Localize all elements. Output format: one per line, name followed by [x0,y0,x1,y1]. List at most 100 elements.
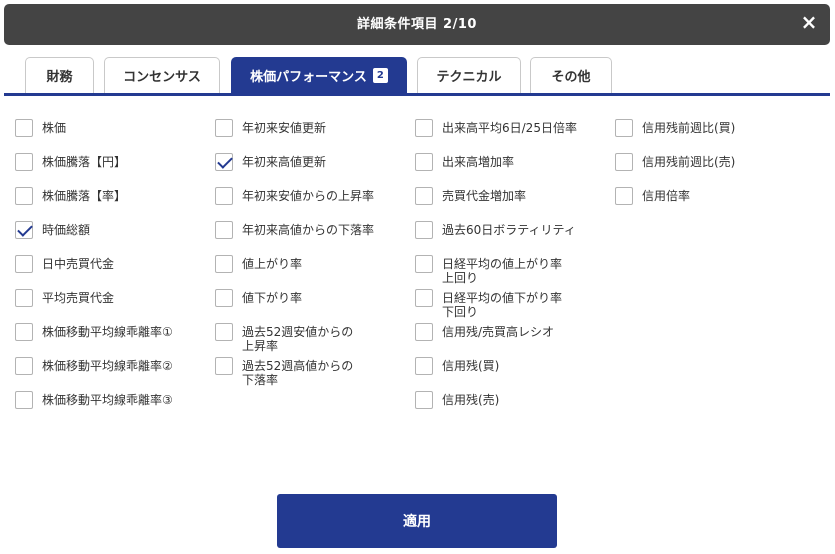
filter-option[interactable]: 平均売買代金 [15,289,114,307]
filter-option[interactable]: 過去52週高値からの 下落率 [215,357,353,387]
filter-option[interactable]: 売買代金増加率 [415,187,526,205]
option-label: 値上がり率 [242,257,303,271]
option-label: 過去60日ボラティリティ [442,223,576,237]
tab-label: 財務 [46,70,73,85]
option-label: 過去52週安値からの 上昇率 [242,325,354,353]
checkbox[interactable] [415,289,433,307]
close-icon[interactable]: × [798,10,820,34]
checkbox[interactable] [15,153,33,171]
tab-label: テクニカル [436,70,502,85]
filter-option[interactable]: 株価騰落【円】 [15,153,126,171]
checkbox-checked[interactable] [15,221,33,239]
filter-option[interactable]: 値上がり率 [215,255,302,273]
checkbox[interactable] [615,187,633,205]
tab-underline [4,93,830,96]
filter-option[interactable]: 時価総額 [15,221,90,239]
checkbox[interactable] [615,153,633,171]
filter-option[interactable]: 信用残前週比(買) [615,119,735,137]
filter-option[interactable]: 日経平均の値下がり率 下回り [415,289,562,319]
filter-option[interactable]: 年初来安値更新 [215,119,326,137]
checkbox[interactable] [215,119,233,137]
option-label: 株価移動平均線乖離率② [42,359,173,373]
tab-count-badge: 2 [372,68,388,83]
option-label: 平均売買代金 [42,291,115,305]
option-label: 年初来安値更新 [242,121,327,135]
tab-other[interactable]: その他 [530,57,612,93]
tab-bar: 財務 コンセンサス 株価パフォーマンス 2 テクニカル その他 [0,57,835,97]
checkbox[interactable] [415,221,433,239]
checkbox[interactable] [415,187,433,205]
filter-option[interactable]: 年初来高値更新 [215,153,326,171]
filter-option[interactable]: 出来高増加率 [415,153,514,171]
option-label: 信用残(買) [442,359,500,373]
checkbox[interactable] [415,391,433,409]
filter-option[interactable]: 年初来高値からの下落率 [215,221,374,239]
tab-label: その他 [551,70,591,85]
tab-financials[interactable]: 財務 [25,57,94,93]
checkbox[interactable] [15,323,33,341]
filter-option[interactable]: 株価移動平均線乖離率② [15,357,173,375]
apply-button-label: 適用 [403,514,431,530]
filter-option[interactable]: 日経平均の値上がり率 上回り [415,255,562,285]
filter-option[interactable]: 過去60日ボラティリティ [415,221,576,239]
option-label: 日経平均の値下がり率 下回り [442,291,563,319]
option-label: 年初来高値からの下落率 [242,223,375,237]
filter-option[interactable]: 株価騰落【率】 [15,187,126,205]
filter-option[interactable]: 信用倍率 [615,187,690,205]
filter-option[interactable]: 出来高平均6日/25日倍率 [415,119,577,137]
checkbox[interactable] [15,357,33,375]
option-label: 株価騰落【円】 [42,155,127,169]
option-label: 信用残前週比(売) [642,155,736,169]
checkbox[interactable] [15,289,33,307]
option-label: 年初来高値更新 [242,155,327,169]
option-label: 日経平均の値上がり率 上回り [442,257,563,285]
filter-option[interactable]: 信用残(売) [415,391,499,409]
checkbox[interactable] [15,255,33,273]
checkbox-checked[interactable] [215,153,233,171]
checkbox[interactable] [215,187,233,205]
option-label: 信用倍率 [642,189,691,203]
checkbox[interactable] [215,323,233,341]
option-label: 過去52週高値からの 下落率 [242,359,354,387]
option-label: 時価総額 [42,223,91,237]
checkbox[interactable] [15,187,33,205]
checkbox[interactable] [215,357,233,375]
checkbox[interactable] [615,119,633,137]
dialog-header: 詳細条件項目 2/10 × [4,4,830,45]
tab-label: 株価パフォーマンス [250,70,367,85]
filter-option[interactable]: 株価 [15,119,66,137]
checkbox[interactable] [215,289,233,307]
filter-option[interactable]: 日中売買代金 [15,255,114,273]
checkbox[interactable] [215,221,233,239]
filter-option[interactable]: 信用残/売買高レシオ [415,323,554,341]
filter-option[interactable]: 信用残(買) [415,357,499,375]
option-label: 信用残/売買高レシオ [442,325,555,339]
tab-technical[interactable]: テクニカル [417,57,521,93]
filter-option[interactable]: 年初来安値からの上昇率 [215,187,374,205]
option-label: 出来高平均6日/25日倍率 [442,121,577,135]
option-label: 株価騰落【率】 [42,189,127,203]
dialog-title: 詳細条件項目 2/10 [357,17,477,32]
tab-consensus[interactable]: コンセンサス [104,57,220,93]
option-label: 株価 [42,121,67,135]
checkbox[interactable] [15,119,33,137]
filter-option[interactable]: 過去52週安値からの 上昇率 [215,323,353,353]
checkbox[interactable] [415,119,433,137]
option-label: 日中売買代金 [42,257,115,271]
checkbox[interactable] [415,255,433,273]
filter-option[interactable]: 値下がり率 [215,289,302,307]
checkbox[interactable] [215,255,233,273]
checkbox[interactable] [415,153,433,171]
option-label: 値下がり率 [242,291,303,305]
checkbox[interactable] [415,323,433,341]
option-label: 信用残(売) [442,393,500,407]
checkbox[interactable] [415,357,433,375]
checkbox[interactable] [15,391,33,409]
filter-option[interactable]: 信用残前週比(売) [615,153,735,171]
option-label: 信用残前週比(買) [642,121,736,135]
filter-option[interactable]: 株価移動平均線乖離率③ [15,391,173,409]
filter-option[interactable]: 株価移動平均線乖離率① [15,323,173,341]
tab-stock-performance[interactable]: 株価パフォーマンス 2 [231,57,407,93]
option-label: 株価移動平均線乖離率① [42,325,173,339]
apply-button[interactable]: 適用 [277,494,557,548]
